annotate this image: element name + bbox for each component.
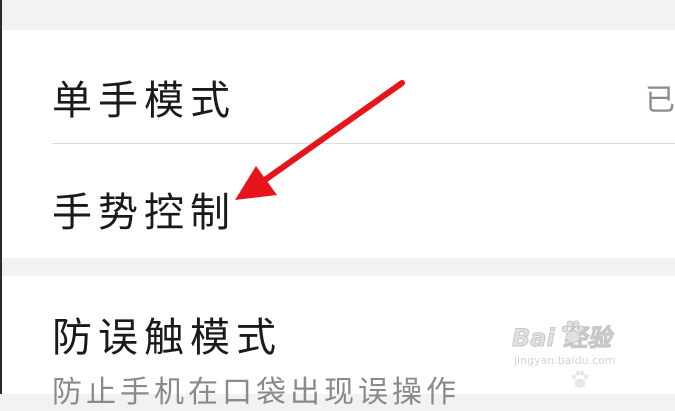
setting-subtitle-anti-mistouch-mode: 防止手机在口袋出现误操作 <box>52 375 460 410</box>
paw-icon-small <box>571 370 589 388</box>
setting-title-one-handed-mode: 单手模式 <box>52 78 236 124</box>
setting-row-gesture-control[interactable]: 手势控制 <box>0 144 675 258</box>
setting-row-one-handed-mode[interactable]: 单手模式 已 <box>0 30 675 144</box>
baidu-jingyan-watermark: Bai 经验 jingyan.baidu.com <box>508 318 668 394</box>
setting-value-one-handed-mode: 已 <box>645 83 675 118</box>
setting-title-gesture-control: 手势控制 <box>52 190 236 236</box>
watermark-url: jingyan.baidu.com <box>514 354 616 367</box>
setting-title-anti-mistouch-mode: 防误触模式 <box>52 315 282 361</box>
paw-icon <box>561 320 585 344</box>
